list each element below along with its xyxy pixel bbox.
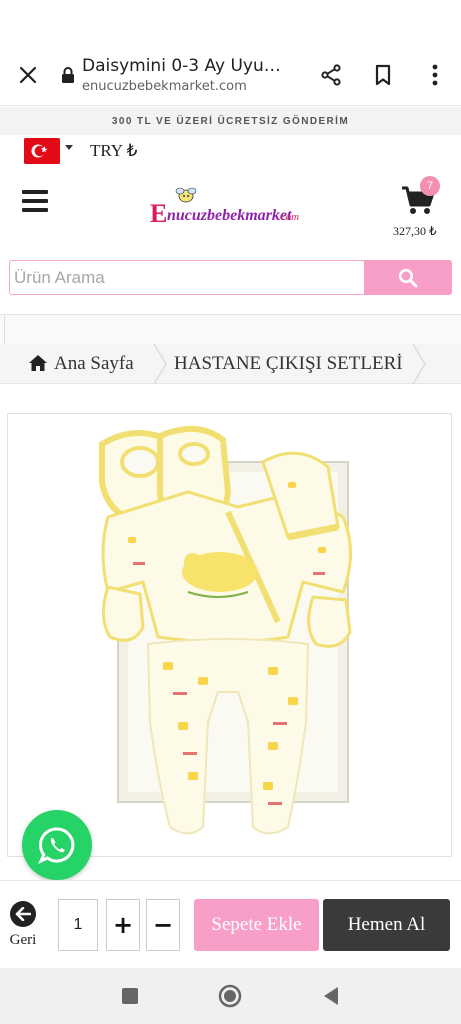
logo-initial: E <box>150 199 167 228</box>
cart-count-badge: 7 <box>420 176 440 196</box>
bee-mascot-icon <box>175 187 197 203</box>
share-icon <box>321 63 341 86</box>
breadcrumb-separator-icon <box>411 343 426 384</box>
free-shipping-banner: 300 TL VE ÜZERİ ÜCRETSİZ GÖNDERİM <box>0 107 461 135</box>
back-nav-button[interactable] <box>311 976 351 1016</box>
site-logo[interactable]: E nucuzbebekmarket .com <box>150 186 315 232</box>
whatsapp-icon <box>37 827 75 865</box>
bookmark-button[interactable] <box>357 44 409 106</box>
chevron-down-icon <box>65 144 73 150</box>
more-menu-button[interactable] <box>409 44 461 106</box>
hamburger-line <box>22 199 48 203</box>
browser-toolbar: Daisymini 0-3 Ay Uyuyan Tavşan Desenli 5… <box>0 44 461 106</box>
status-bar <box>0 0 461 44</box>
page-title: Daisymini 0-3 Ay Uyuyan Tavşan Desenli 5… <box>82 55 282 76</box>
breadcrumb-current[interactable]: HASTANE ÇIKIŞI SETLERİ <box>168 344 403 384</box>
hamburger-line <box>22 208 48 212</box>
home-icon <box>29 354 47 371</box>
currency-label: TRY ₺ <box>90 141 138 160</box>
whatsapp-button[interactable] <box>22 810 92 880</box>
arrow-left-icon <box>10 901 36 927</box>
add-to-cart-button[interactable]: Sepete Ekle <box>194 899 319 951</box>
divider-band <box>0 314 461 345</box>
recents-icon <box>122 988 139 1004</box>
back-button[interactable]: Geri <box>6 901 40 953</box>
currency-selector[interactable]: TRY ₺ <box>24 136 138 166</box>
turkey-flag-icon <box>24 138 60 164</box>
lock-icon <box>58 44 78 106</box>
share-button[interactable] <box>305 44 357 106</box>
cart-button[interactable]: 7 327,30 ₺ <box>393 176 447 246</box>
logo-suffix: .com <box>278 211 299 223</box>
system-navigation-bar <box>0 968 461 1024</box>
more-vert-icon <box>432 64 438 85</box>
hamburger-line <box>22 190 48 194</box>
close-icon <box>19 66 37 83</box>
breadcrumb-home[interactable]: Ana Sayfa <box>0 344 152 384</box>
purchase-bar: Geri + − Sepete Ekle Hemen Al <box>0 880 461 968</box>
close-tab-button[interactable] <box>0 44 56 106</box>
recents-button[interactable] <box>110 976 150 1016</box>
back-label: Geri <box>9 932 37 948</box>
back-triangle-icon <box>323 987 338 1005</box>
search-icon <box>398 268 418 287</box>
quantity-input[interactable] <box>58 899 98 951</box>
product-image <box>99 425 352 835</box>
buy-now-button[interactable]: Hemen Al <box>323 899 450 951</box>
breadcrumb: Ana Sayfa HASTANE ÇIKIŞI SETLERİ <box>0 343 461 384</box>
logo-name: nucuzbebekmarket <box>167 207 292 224</box>
product-image-frame[interactable] <box>7 413 452 857</box>
url-bar[interactable]: Daisymini 0-3 Ay Uyuyan Tavşan Desenli 5… <box>78 56 305 94</box>
quantity-increase-button[interactable]: + <box>106 899 140 951</box>
search-button[interactable] <box>364 260 452 295</box>
search-input[interactable] <box>9 260 364 295</box>
page-domain: enucuzbebekmarket.com <box>82 78 247 94</box>
breadcrumb-separator-icon <box>153 343 167 384</box>
quantity-decrease-button[interactable]: − <box>146 899 180 951</box>
cart-total: 327,30 ₺ <box>393 224 437 238</box>
bookmark-icon <box>375 64 391 85</box>
home-circle-icon <box>219 984 242 1008</box>
menu-button[interactable] <box>22 190 48 212</box>
home-nav-button[interactable] <box>210 976 250 1016</box>
breadcrumb-home-label: Ana Sayfa <box>54 352 134 374</box>
